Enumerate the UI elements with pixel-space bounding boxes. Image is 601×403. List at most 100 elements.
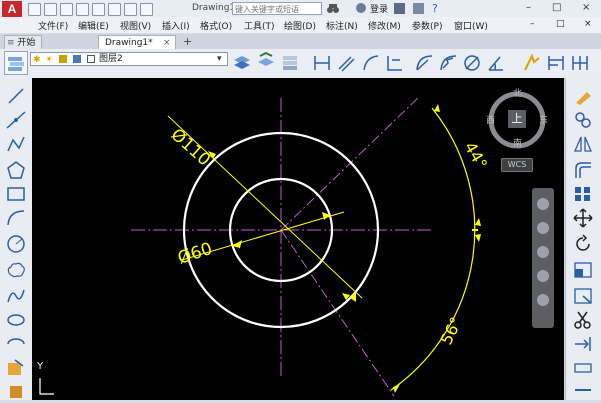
plot-icon[interactable]	[108, 3, 121, 16]
stretch-icon[interactable]	[572, 286, 594, 306]
doc-close-button[interactable]: ×	[584, 19, 592, 29]
viewcube-west[interactable]: 西	[486, 113, 495, 126]
steering-wheel-icon[interactable]	[537, 198, 549, 210]
copy-icon[interactable]	[572, 110, 594, 130]
viewcube-north[interactable]: 北	[513, 86, 522, 99]
move-icon[interactable]	[572, 208, 594, 228]
continue-dimension-icon[interactable]	[570, 52, 590, 74]
ordinate-dimension-icon[interactable]	[384, 52, 404, 74]
diameter-dimension-icon[interactable]	[462, 52, 482, 74]
user-icon[interactable]	[356, 3, 366, 13]
zoom-icon[interactable]	[537, 246, 549, 258]
angular-dimension-icon[interactable]	[486, 52, 506, 74]
angle-arrow-mid-2	[475, 234, 481, 242]
layer-dropdown[interactable]: ✱ ☀ 图层2 ▾	[30, 52, 228, 66]
layer-properties-icon[interactable]	[4, 51, 28, 75]
erase-icon[interactable]	[572, 86, 594, 106]
viewcube-south[interactable]: 南	[513, 136, 522, 149]
outer-diameter-label: Ø110	[167, 125, 214, 171]
array-icon[interactable]	[572, 184, 594, 204]
lock-icon	[59, 55, 67, 63]
drawing-canvas[interactable]: Ø110 Ø60 44° 56°	[32, 78, 564, 400]
mirror-icon[interactable]	[572, 134, 594, 154]
trim-icon[interactable]	[572, 310, 594, 330]
wcs-menu[interactable]: WCS	[501, 158, 533, 172]
arc-icon[interactable]	[5, 208, 27, 228]
minimize-button[interactable]: –	[526, 2, 531, 13]
undo-icon[interactable]	[124, 3, 137, 16]
break-icon[interactable]	[572, 358, 594, 378]
doc-minimize-button[interactable]: –	[530, 19, 535, 29]
menu-modify[interactable]: 修改(M)	[368, 19, 401, 32]
aligned-dimension-icon[interactable]	[336, 52, 356, 74]
print-icon[interactable]	[92, 3, 105, 16]
sign-in-link[interactable]: 登录	[370, 2, 388, 15]
open-file-icon[interactable]	[44, 3, 57, 16]
rotate-icon[interactable]	[572, 234, 594, 254]
construction-line-icon[interactable]	[5, 110, 27, 130]
line-tool-icon[interactable]	[5, 86, 27, 106]
binoculars-icon[interactable]	[326, 2, 340, 15]
menu-tools[interactable]: 工具(T)	[244, 19, 275, 32]
viewcube-top-face[interactable]: 上	[508, 110, 526, 128]
help-icon[interactable]: ?	[432, 2, 438, 15]
spline-icon[interactable]	[5, 286, 27, 306]
make-current-layer-icon[interactable]	[232, 52, 252, 74]
match-layer-icon[interactable]	[256, 51, 276, 74]
rectangle-icon[interactable]	[5, 184, 27, 204]
tab-start-label: 开始	[17, 38, 36, 48]
jogged-dimension-icon[interactable]	[438, 52, 458, 74]
baseline-dimension-icon[interactable]	[546, 52, 566, 74]
search-input[interactable]: 键入关键字或短语	[232, 2, 322, 15]
polygon-icon[interactable]	[5, 160, 27, 180]
ellipse-icon[interactable]	[5, 310, 27, 330]
arc-length-icon[interactable]	[360, 52, 380, 74]
sync-icon[interactable]	[413, 3, 424, 14]
circle-icon[interactable]	[5, 234, 27, 254]
doc-restore-button[interactable]: □	[556, 19, 565, 29]
save-icon[interactable]	[60, 3, 73, 16]
maximize-button[interactable]: □	[552, 2, 561, 13]
polyline-icon[interactable]	[5, 134, 27, 154]
pan-icon[interactable]	[537, 222, 549, 234]
layer-color-swatch	[87, 55, 95, 63]
insert-block-icon[interactable]	[5, 358, 27, 378]
make-block-icon[interactable]	[5, 380, 27, 400]
menu-insert[interactable]: 插入(I)	[162, 19, 190, 32]
revision-cloud-icon[interactable]	[5, 260, 27, 280]
save-as-icon[interactable]	[76, 3, 89, 16]
menu-file[interactable]: 文件(F)	[38, 19, 68, 32]
chevron-down-icon: ▾	[217, 54, 222, 64]
offset-icon[interactable]	[572, 160, 594, 180]
join-icon[interactable]	[572, 380, 594, 400]
quick-dimension-icon[interactable]	[522, 52, 542, 74]
showmotion-icon[interactable]	[537, 294, 549, 306]
menu-parametric[interactable]: 参数(P)	[412, 19, 442, 32]
new-tab-button[interactable]: +	[183, 35, 192, 48]
vp-freeze-icon	[73, 55, 81, 63]
layer-name: 图层2	[99, 54, 123, 64]
lightbulb-icon: ✱	[33, 55, 41, 65]
extend-icon[interactable]	[572, 334, 594, 354]
app-logo[interactable]: A	[2, 1, 22, 17]
orbit-icon[interactable]	[537, 270, 549, 282]
radius-dimension-icon[interactable]	[414, 52, 434, 74]
linear-dimension-icon[interactable]	[312, 52, 332, 74]
new-file-icon[interactable]	[28, 3, 41, 16]
close-button[interactable]: ×	[582, 2, 590, 13]
redo-icon[interactable]	[140, 3, 153, 16]
viewcube-east[interactable]: 东	[539, 113, 548, 126]
layer-previous-icon[interactable]	[280, 52, 300, 74]
menu-format[interactable]: 格式(O)	[200, 19, 232, 32]
menu-edit[interactable]: 编辑(E)	[78, 19, 109, 32]
menu-draw[interactable]: 绘图(D)	[284, 19, 316, 32]
tab-close-icon[interactable]: ×	[163, 36, 171, 50]
app-store-icon[interactable]	[394, 3, 405, 14]
tab-start[interactable]: ≡ 开始	[4, 35, 42, 49]
menu-window[interactable]: 窗口(W)	[454, 19, 488, 32]
menu-view[interactable]: 视图(V)	[120, 19, 151, 32]
scale-icon[interactable]	[572, 260, 594, 280]
menu-dimension[interactable]: 标注(N)	[326, 19, 358, 32]
ellipse-arc-icon[interactable]	[5, 334, 27, 354]
tab-drawing1[interactable]: Drawing1* ×	[98, 35, 176, 49]
